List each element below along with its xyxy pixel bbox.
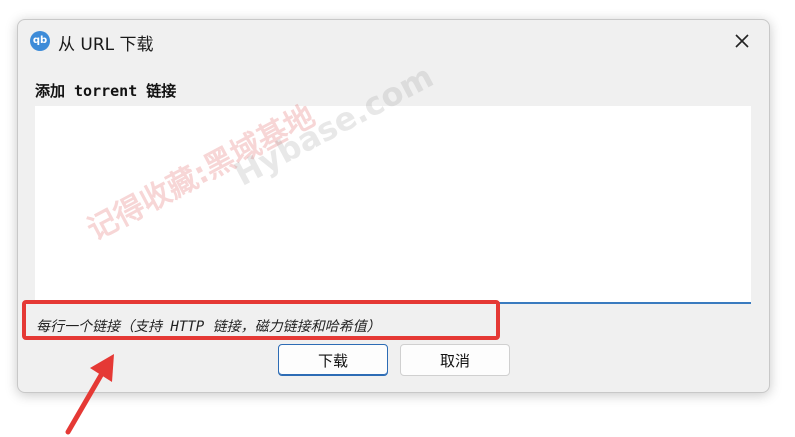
download-from-url-dialog: qb 从 URL 下载 添加 torrent 链接 每行一个链接（支持 HTTP… bbox=[17, 19, 770, 393]
torrent-links-input[interactable] bbox=[35, 106, 751, 304]
download-button[interactable]: 下载 bbox=[278, 344, 388, 376]
close-button[interactable] bbox=[721, 26, 763, 56]
torrent-links-label: 添加 torrent 链接 bbox=[35, 82, 177, 100]
qbittorrent-logo-icon: qb bbox=[30, 31, 50, 51]
title-bar: qb 从 URL 下载 bbox=[18, 20, 769, 62]
close-icon bbox=[735, 34, 749, 48]
dialog-title: 从 URL 下载 bbox=[58, 35, 154, 55]
links-hint-text: 每行一个链接（支持 HTTP 链接，磁力链接和哈希值） bbox=[36, 319, 381, 335]
cancel-button[interactable]: 取消 bbox=[400, 344, 510, 376]
